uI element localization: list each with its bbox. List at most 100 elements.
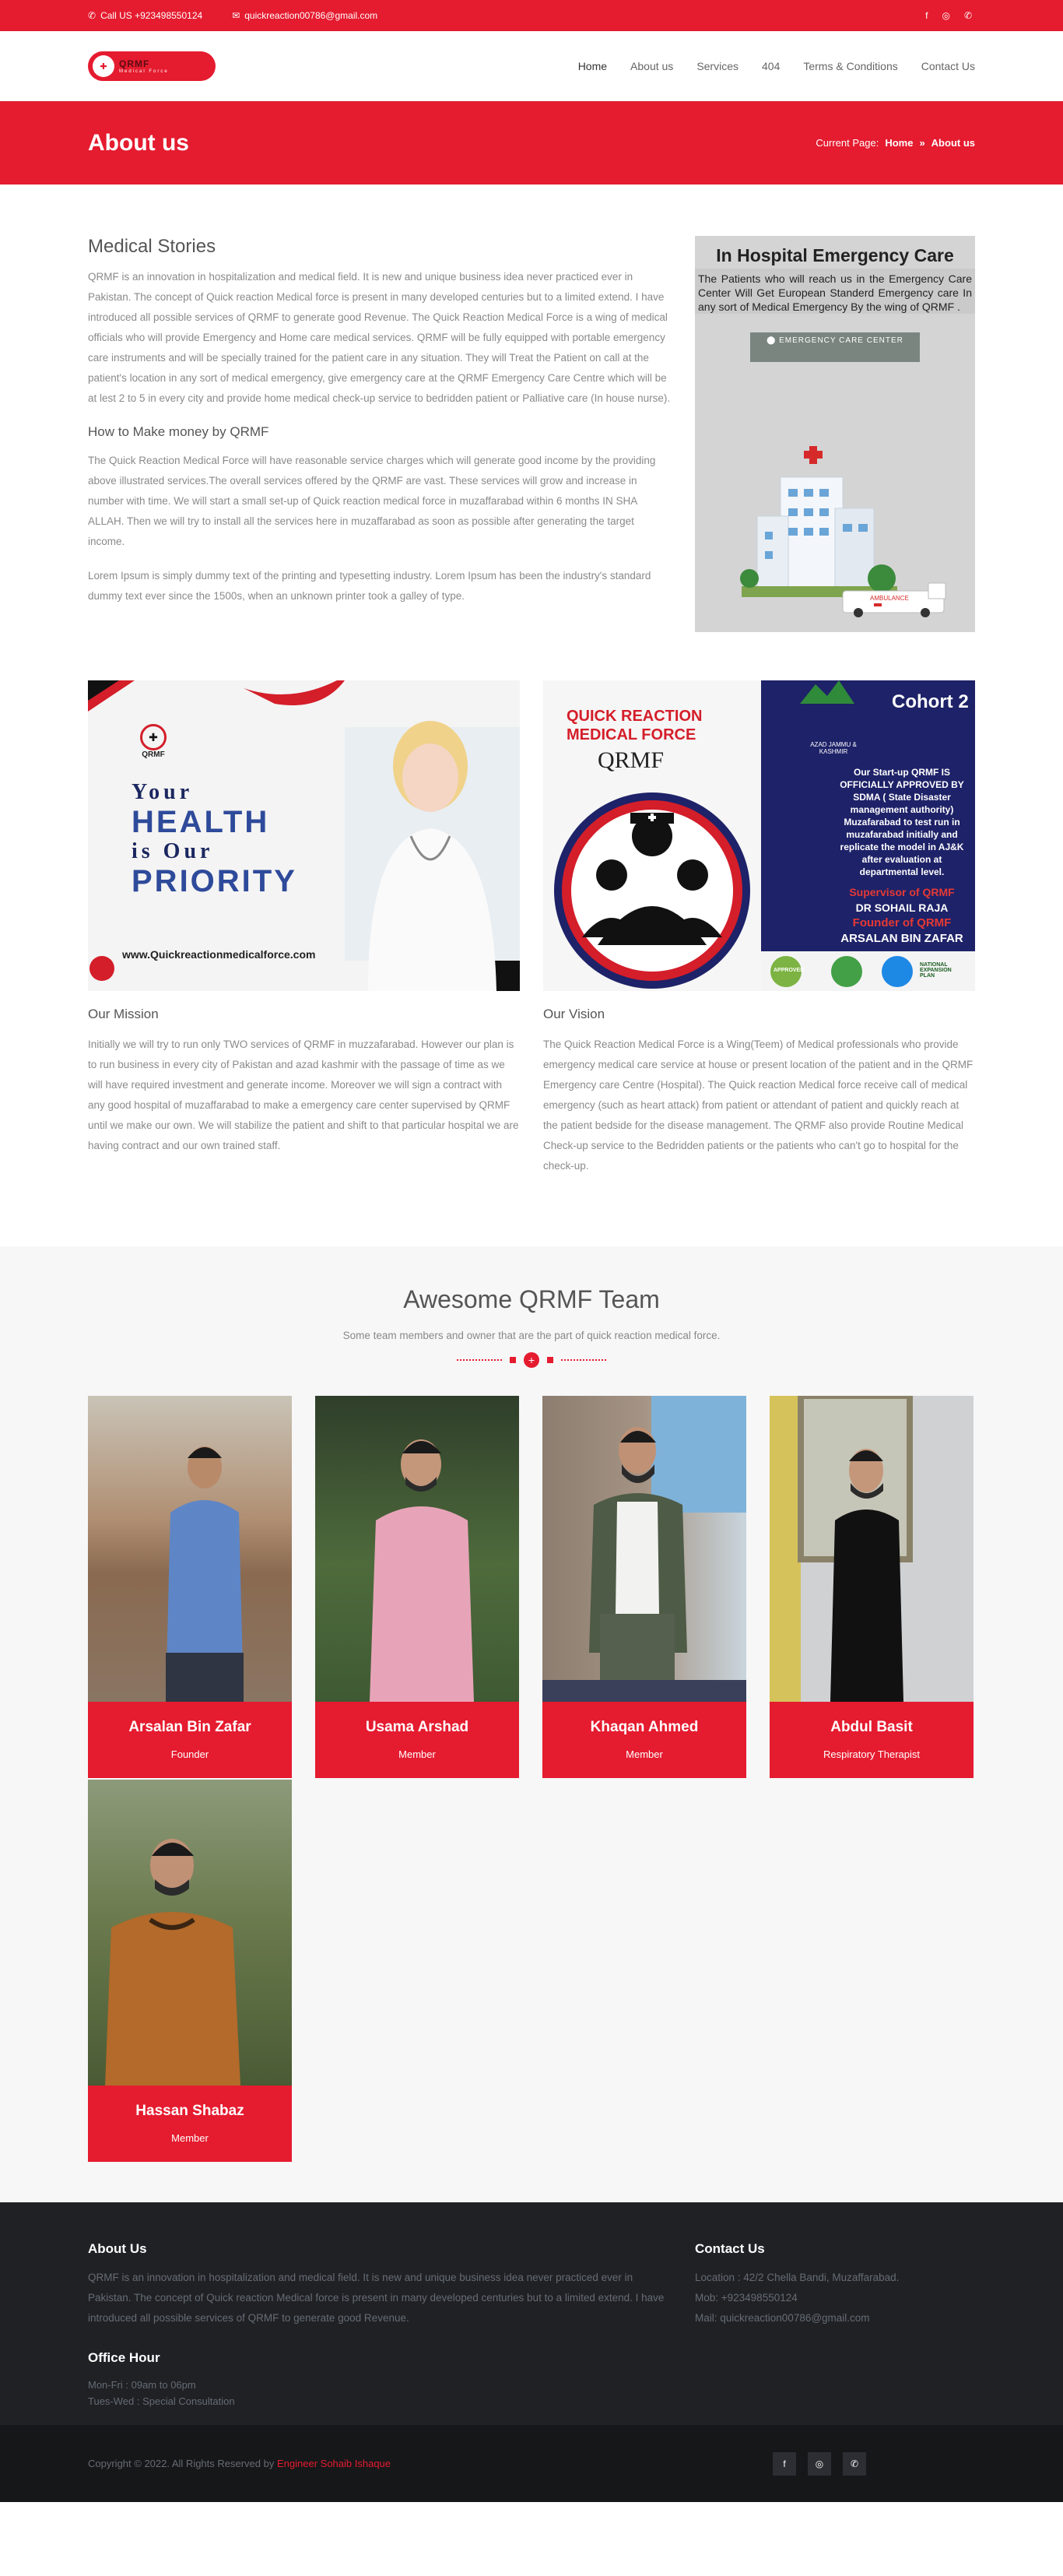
member-role: Member (626, 1748, 663, 1760)
member-name: Khaqan Ahmed (590, 1719, 699, 1735)
phone-text: Call US +923498550124 (100, 10, 203, 21)
promo1-url: www.Quickreactionmedicalforce.com (122, 948, 316, 961)
poster-badge: ⬤ EMERGENCY CARE CENTER (750, 332, 920, 362)
seal-national-expansion: NATIONAL EXPANSION PLAN (920, 962, 952, 979)
member-photo (88, 1780, 292, 2086)
poster-badge-text: EMERGENCY CARE CENTER (779, 336, 903, 345)
cohort-poster: QUICK REACTION MEDICAL FORCE QRMF Cohort… (543, 680, 975, 991)
footer-contact-heading: Contact Us (695, 2241, 765, 2256)
cohort-label: Cohort 2 (892, 691, 969, 712)
promo1-headline: Your HEALTH is Our PRIORITY (132, 780, 297, 898)
stories-paragraph-2: The Quick Reaction Medical Force will ha… (88, 455, 656, 547)
team-members: Arsalan Bin Zafar Founder Usama Arshad Mem… (88, 1396, 975, 2163)
whatsapp-icon[interactable]: ✆ (843, 2451, 866, 2476)
cohort-credits: Supervisor of QRMF DR SOHAIL RAJA Founde… (833, 884, 971, 947)
breadcrumb-home[interactable]: Home (885, 137, 913, 149)
whatsapp-icon[interactable]: ✆ (964, 10, 972, 21)
member-role: Member (398, 1748, 436, 1760)
founder-label: Founder of QRMF (852, 916, 952, 930)
nav-services[interactable]: Services (696, 60, 738, 72)
team-member-card[interactable]: Khaqan Ahmed Member (542, 1396, 746, 1778)
member-name: Arsalan Bin Zafar (128, 1719, 251, 1735)
team-member-card[interactable]: Abdul Basit Respiratory Therapist (770, 1396, 974, 1778)
member-photo (770, 1396, 974, 1702)
copyright-text: Copyright © 2022. All Rights Reserved by (88, 2458, 275, 2469)
plus-icon: + (524, 1352, 539, 1368)
breadcrumb-label: Current Page: (816, 137, 879, 149)
nav-home[interactable]: Home (578, 60, 607, 72)
stories-paragraph-1: QRMF is an innovation in hospitalization… (88, 271, 671, 404)
site-header: ✚ QRMF Medical Force Home About us Servi… (0, 31, 1063, 101)
mission-vision-section: ✚ QRMF Your HEALTH is Our PRIORITY www.Q… (0, 632, 1063, 1176)
cohort-region: AZAD JAMMU & KASHMIR (810, 741, 857, 755)
supervisor-name: DR SOHAIL RAJA (855, 901, 949, 914)
phone-icon: ✆ (88, 10, 96, 21)
medic-icon: ✚ (140, 724, 167, 750)
page-title-bar: About us Current Page: Home » About us (0, 101, 1063, 185)
nav-about[interactable]: About us (630, 60, 673, 72)
breadcrumb-separator: » (919, 137, 925, 149)
page-title: About us (88, 129, 189, 156)
member-name: Usama Arshad (365, 1719, 469, 1735)
member-role: Respiratory Therapist (823, 1748, 921, 1760)
member-name: Abdul Basit (830, 1719, 913, 1735)
supervisor-label: Supervisor of QRMF (849, 886, 955, 898)
office-hours-special: Tues-Wed : Special Consultation (88, 2395, 235, 2407)
poster-title: In Hospital Emergency Care (716, 245, 954, 265)
ambulance-label: AMBULANCE (870, 595, 909, 602)
stories-paragraph-3: Lorem Ipsum is simply dummy text of the … (88, 570, 651, 602)
logo-sub: Medical Force (119, 69, 169, 74)
team-member-card[interactable]: Arsalan Bin Zafar Founder (88, 1396, 292, 1778)
instagram-icon[interactable]: ◎ (808, 2451, 831, 2476)
member-photo (315, 1396, 519, 1702)
health-priority-banner: ✚ QRMF Your HEALTH is Our PRIORITY www.Q… (88, 680, 520, 991)
member-role: Founder (170, 1748, 209, 1760)
team-lead: Some team members and owner that are the… (342, 1330, 721, 1341)
footer-location: Location : 42/2 Chella Bandi, Muzaffarab… (695, 2272, 900, 2283)
promo1-line1: Your (132, 780, 194, 804)
breadcrumb: Current Page: Home » About us (816, 137, 975, 149)
member-photo (542, 1396, 746, 1702)
footer-mobile[interactable]: Mob: +923498550124 (695, 2288, 975, 2308)
member-role: Member (171, 2132, 209, 2144)
promo1-logo-text: QRMF (142, 750, 165, 759)
bottom-bar: Copyright © 2022. All Rights Reserved by… (0, 2425, 1063, 2502)
logo-text: QRMF (119, 58, 150, 69)
author-link[interactable]: Engineer Sohaib Ishaque (277, 2458, 391, 2469)
site-logo[interactable]: ✚ QRMF Medical Force (88, 51, 216, 81)
vision-text: The Quick Reaction Medical Force is a Wi… (543, 1038, 974, 1172)
main-nav: Home About us Services 404 Terms & Condi… (578, 60, 975, 72)
qrmf-badge-logo: ✚ QRMF (136, 724, 170, 759)
email-contact[interactable]: ✉ quickreaction00786@gmail.com (232, 10, 377, 21)
facebook-icon[interactable]: f (925, 10, 928, 21)
team-member-card[interactable]: Usama Arshad Member (315, 1396, 519, 1778)
footer-about-heading: About Us (88, 2241, 147, 2256)
section-divider: + (88, 1352, 975, 1368)
nav-contact[interactable]: Contact Us (921, 60, 975, 72)
instagram-icon[interactable]: ◎ (942, 10, 949, 21)
medical-stories-section: Medical Stories QRMF is an innovation in… (0, 185, 1063, 632)
office-hour-heading: Office Hour (88, 2350, 160, 2365)
top-socials: f ◎ ✆ (925, 10, 972, 21)
office-hours-weekday: Mon-Fri : 09am to 06pm (88, 2379, 196, 2391)
logo-mark-icon: ✚ (93, 55, 114, 77)
nav-terms[interactable]: Terms & Conditions (803, 60, 897, 72)
location-pin-icon: ⬤ (767, 336, 780, 345)
phone-contact[interactable]: ✆ Call US +923498550124 (88, 10, 202, 21)
site-footer: About Us QRMF is an innovation in hospit… (0, 2202, 1063, 2425)
footer-mail[interactable]: Mail: quickreaction00786@gmail.com (695, 2308, 975, 2328)
poster-text: The Patients who will reach us in the Em… (695, 269, 975, 314)
facebook-icon[interactable]: f (773, 2451, 796, 2476)
promo1-line3: is Our (132, 839, 214, 863)
seal-approved: APPROVED (774, 968, 805, 973)
cohort-approval-text: Our Start-up QRMF IS OFFICIALLY APPROVED… (840, 767, 964, 877)
member-photo (88, 1396, 292, 1702)
mission-text: Initially we will try to run only TWO se… (88, 1038, 519, 1151)
emergency-care-poster: In Hospital Emergency Care The Patients … (695, 236, 975, 632)
mission-heading: Our Mission (88, 1007, 159, 1021)
team-member-card[interactable]: Hassan Shabaz Member (88, 1780, 292, 2162)
team-section: Awesome QRMF Team Some team members and … (0, 1246, 1063, 2202)
founder-name: ARSALAN BIN ZAFAR (840, 932, 963, 945)
nav-404[interactable]: 404 (762, 60, 780, 72)
breadcrumb-current: About us (931, 137, 975, 149)
